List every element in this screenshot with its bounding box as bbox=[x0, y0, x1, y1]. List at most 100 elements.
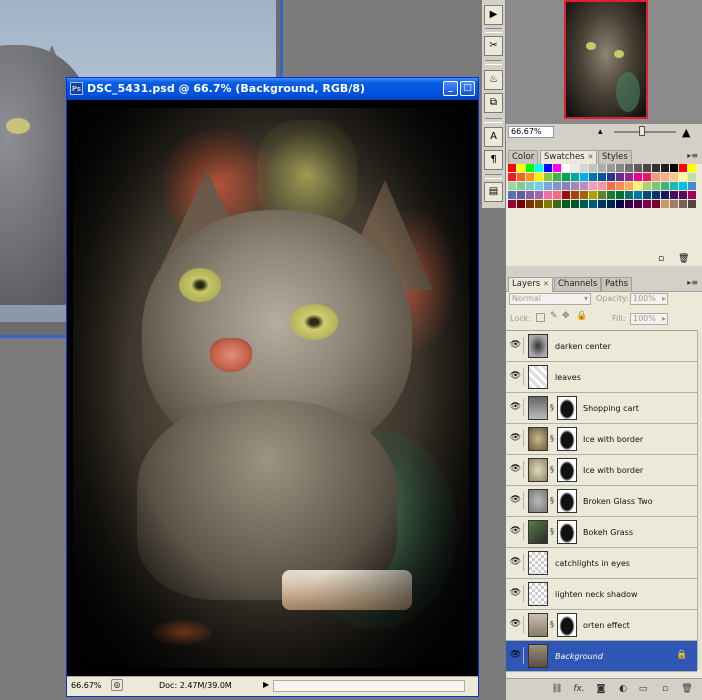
layer-row[interactable]: 👁 Background 🔒 bbox=[506, 641, 697, 672]
swatch[interactable] bbox=[544, 200, 552, 208]
swatch[interactable] bbox=[589, 200, 597, 208]
swatch[interactable] bbox=[517, 164, 525, 172]
tool-presets-icon[interactable]: ✂ bbox=[484, 36, 503, 56]
swatch[interactable] bbox=[607, 173, 615, 181]
swatch[interactable] bbox=[517, 182, 525, 190]
new-group-icon[interactable]: ▭ bbox=[636, 683, 650, 696]
layer-thumbnail[interactable] bbox=[528, 396, 548, 420]
document-title-bar[interactable]: Ps DSC_5431.psd @ 66.7% (Background, RGB… bbox=[67, 78, 478, 100]
visibility-eye-icon[interactable]: 👁 bbox=[508, 585, 524, 602]
swatch[interactable] bbox=[670, 173, 678, 181]
mask-link-icon[interactable]: § bbox=[550, 403, 556, 413]
layer-row[interactable]: 👁 § Broken Glass Two bbox=[506, 486, 697, 517]
swatch[interactable] bbox=[661, 173, 669, 181]
swatch[interactable] bbox=[634, 173, 642, 181]
swatch[interactable] bbox=[670, 200, 678, 208]
layer-row[interactable]: 👁 § orten effect bbox=[506, 610, 697, 641]
swatch[interactable] bbox=[634, 200, 642, 208]
visibility-eye-icon[interactable]: 👁 bbox=[508, 461, 524, 478]
tab-swatches[interactable]: Swatches ✕ bbox=[540, 150, 598, 165]
fx-icon[interactable]: fx. bbox=[572, 683, 586, 696]
delete-swatch-icon[interactable]: 🗑 bbox=[678, 254, 689, 264]
swatch[interactable] bbox=[571, 182, 579, 190]
layer-thumbnail[interactable] bbox=[528, 427, 548, 451]
swatch[interactable] bbox=[616, 173, 624, 181]
swatch[interactable] bbox=[598, 191, 606, 199]
layer-row[interactable]: 👁 darken center bbox=[506, 331, 697, 362]
swatch[interactable] bbox=[562, 191, 570, 199]
swatch[interactable] bbox=[508, 200, 516, 208]
panel-menu-icon[interactable]: ▸≡ bbox=[687, 278, 698, 287]
swatch[interactable] bbox=[679, 164, 687, 172]
status-options-icon[interactable]: ◎ bbox=[111, 679, 123, 691]
swatch[interactable] bbox=[553, 164, 561, 172]
swatch[interactable] bbox=[571, 173, 579, 181]
clone-source-icon[interactable]: ⧉ bbox=[484, 93, 503, 113]
swatch[interactable] bbox=[661, 164, 669, 172]
swatch[interactable] bbox=[526, 200, 534, 208]
swatch[interactable] bbox=[688, 164, 696, 172]
swatch[interactable] bbox=[688, 182, 696, 190]
swatch[interactable] bbox=[553, 191, 561, 199]
zoom-slider[interactable] bbox=[614, 131, 676, 133]
zoom-in-icon[interactable]: ▲ bbox=[682, 126, 690, 139]
zoom-out-icon[interactable]: ▴ bbox=[598, 127, 603, 137]
swatch[interactable] bbox=[553, 173, 561, 181]
document-window[interactable]: Ps DSC_5431.psd @ 66.7% (Background, RGB… bbox=[66, 77, 479, 697]
swatch[interactable] bbox=[661, 191, 669, 199]
layer-thumbnail[interactable] bbox=[528, 365, 548, 389]
layer-thumbnail[interactable] bbox=[528, 613, 548, 637]
zoom-slider-handle[interactable] bbox=[639, 126, 645, 136]
mask-link-icon[interactable]: § bbox=[550, 527, 556, 537]
swatch[interactable] bbox=[634, 191, 642, 199]
layer-mask-thumbnail[interactable] bbox=[557, 396, 577, 420]
layer-row[interactable]: 👁 catchlights in eyes bbox=[506, 548, 697, 579]
layer-mask-thumbnail[interactable] bbox=[557, 520, 577, 544]
swatch[interactable] bbox=[625, 182, 633, 190]
swatch[interactable] bbox=[688, 173, 696, 181]
visibility-eye-icon[interactable]: 👁 bbox=[508, 337, 524, 354]
lock-transparency-icon[interactable] bbox=[536, 313, 545, 322]
layer-mask-thumbnail[interactable] bbox=[557, 489, 577, 513]
visibility-eye-icon[interactable]: 👁 bbox=[508, 523, 524, 540]
swatch[interactable] bbox=[589, 173, 597, 181]
swatch[interactable] bbox=[679, 182, 687, 190]
status-arrow-icon[interactable]: ▶ bbox=[263, 680, 269, 689]
swatch[interactable] bbox=[508, 173, 516, 181]
swatch[interactable] bbox=[508, 182, 516, 190]
swatch[interactable] bbox=[616, 164, 624, 172]
panel-menu-icon[interactable]: ▸≡ bbox=[687, 151, 698, 160]
swatch[interactable] bbox=[580, 200, 588, 208]
swatch[interactable] bbox=[508, 191, 516, 199]
swatch[interactable] bbox=[508, 164, 516, 172]
layer-row[interactable]: 👁 § Bokeh Grass bbox=[506, 517, 697, 548]
layers-scrollbar[interactable] bbox=[697, 330, 702, 670]
opacity-field[interactable]: 100% ▸ bbox=[630, 293, 668, 305]
visibility-eye-icon[interactable]: 👁 bbox=[508, 368, 524, 385]
swatch[interactable] bbox=[634, 182, 642, 190]
swatch[interactable] bbox=[607, 164, 615, 172]
swatch[interactable] bbox=[535, 164, 543, 172]
layer-row[interactable]: 👁 § Ice with border bbox=[506, 424, 697, 455]
mask-link-icon[interactable]: § bbox=[550, 465, 556, 475]
mask-link-icon[interactable]: § bbox=[550, 434, 556, 444]
swatch[interactable] bbox=[589, 164, 597, 172]
fill-field[interactable]: 100% ▸ bbox=[630, 313, 668, 325]
doc-size-info[interactable]: Doc: 2.47M/39.0M bbox=[159, 681, 232, 690]
swatch[interactable] bbox=[634, 164, 642, 172]
swatch[interactable] bbox=[562, 200, 570, 208]
brushes-icon[interactable]: ♨ bbox=[484, 70, 503, 90]
swatch[interactable] bbox=[598, 182, 606, 190]
swatch[interactable] bbox=[598, 200, 606, 208]
horizontal-scrollbar[interactable] bbox=[273, 680, 465, 692]
minimize-button[interactable]: _ bbox=[443, 81, 458, 96]
swatch[interactable] bbox=[616, 182, 624, 190]
swatch[interactable] bbox=[580, 164, 588, 172]
visibility-eye-icon[interactable]: 👁 bbox=[508, 492, 524, 509]
swatch[interactable] bbox=[643, 182, 651, 190]
maximize-button[interactable]: □ bbox=[460, 81, 475, 96]
layer-mask-thumbnail[interactable] bbox=[557, 427, 577, 451]
visibility-eye-icon[interactable]: 👁 bbox=[508, 430, 524, 447]
swatch[interactable] bbox=[598, 164, 606, 172]
swatch[interactable] bbox=[679, 191, 687, 199]
